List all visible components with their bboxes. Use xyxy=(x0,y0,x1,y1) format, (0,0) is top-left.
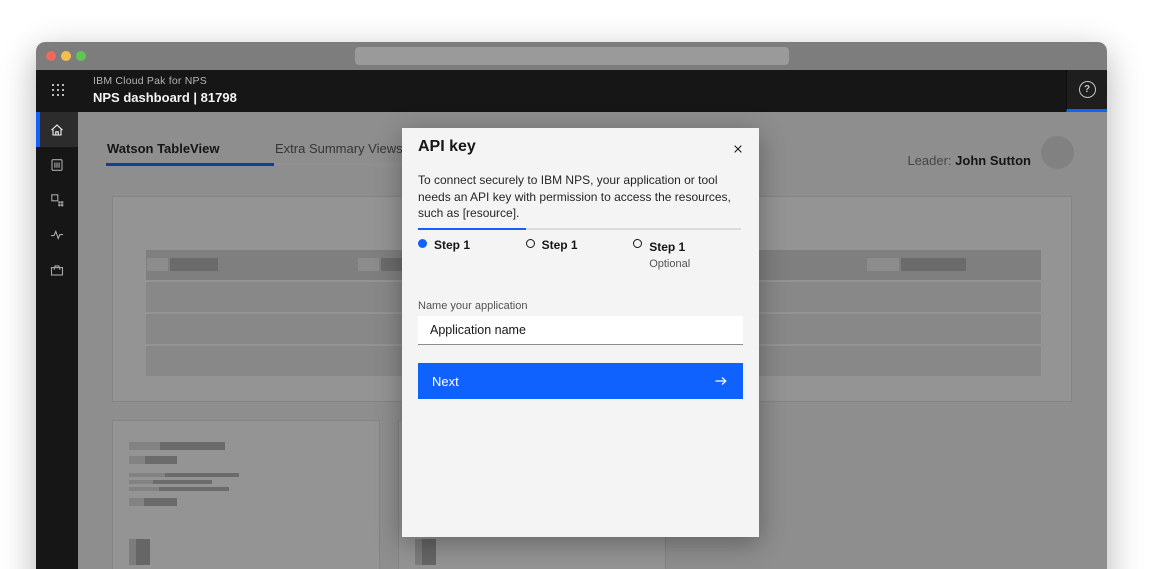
application-name-input[interactable] xyxy=(418,316,743,345)
home-icon xyxy=(51,123,63,136)
modal-close-button[interactable] xyxy=(725,136,751,162)
sidebar-item-related[interactable] xyxy=(36,182,78,217)
toolbox-icon xyxy=(50,264,64,276)
close-window-button[interactable] xyxy=(46,51,56,61)
app-switcher-icon[interactable] xyxy=(51,83,67,99)
minimize-window-button[interactable] xyxy=(61,51,71,61)
arrow-right-icon xyxy=(715,377,727,385)
related-items-icon xyxy=(51,193,64,206)
close-icon xyxy=(734,145,742,153)
step-current-icon xyxy=(418,239,427,248)
step-label: Step 1 xyxy=(541,238,578,252)
application-name-label: Name your application xyxy=(418,300,528,312)
maximize-window-button[interactable] xyxy=(76,51,86,61)
modal-title: API key xyxy=(418,138,476,155)
header-titles: IBM Cloud Pak for NPS NPS dashboard | 81… xyxy=(93,75,237,105)
desktop-background: IBM Cloud Pak for NPS NPS dashboard | 81… xyxy=(0,0,1152,569)
sidebar-item-report[interactable] xyxy=(36,147,78,182)
next-button[interactable]: Next xyxy=(418,363,743,399)
step-label: Step 1 xyxy=(434,238,471,252)
step-incomplete-icon xyxy=(633,239,643,248)
help-icon: ? xyxy=(1078,81,1096,98)
step-incomplete-icon xyxy=(525,239,535,248)
progress-step-3[interactable]: Step 1 Optional xyxy=(633,228,741,270)
progress-step-1[interactable]: Step 1 xyxy=(418,228,526,270)
api-key-modal: API key To connect securely to IBM NPS, … xyxy=(402,128,759,537)
activity-icon xyxy=(51,229,63,240)
browser-titlebar xyxy=(36,42,1107,70)
next-button-label: Next xyxy=(432,373,459,389)
step-optional-label: Optional xyxy=(649,258,691,270)
progress-indicator: Step 1 Step 1 Step 1 Optional xyxy=(418,228,741,270)
sidebar-item-home[interactable] xyxy=(36,112,78,147)
modal-description: To connect securely to IBM NPS, your app… xyxy=(418,173,731,220)
app-header: IBM Cloud Pak for NPS NPS dashboard | 81… xyxy=(36,70,1107,112)
platform-eyebrow: IBM Cloud Pak for NPS xyxy=(93,75,207,87)
progress-step-2[interactable]: Step 1 xyxy=(525,228,634,270)
sidebar-item-activity[interactable] xyxy=(36,217,78,252)
sidebar-item-toolbox[interactable] xyxy=(36,252,78,287)
report-icon xyxy=(51,158,63,171)
help-button[interactable]: ? xyxy=(1066,70,1107,112)
step-label: Step 1 xyxy=(649,240,686,254)
side-nav xyxy=(36,112,78,569)
page-title: NPS dashboard | 81798 xyxy=(93,90,237,105)
address-bar[interactable] xyxy=(355,47,789,65)
browser-window: IBM Cloud Pak for NPS NPS dashboard | 81… xyxy=(36,42,1107,569)
